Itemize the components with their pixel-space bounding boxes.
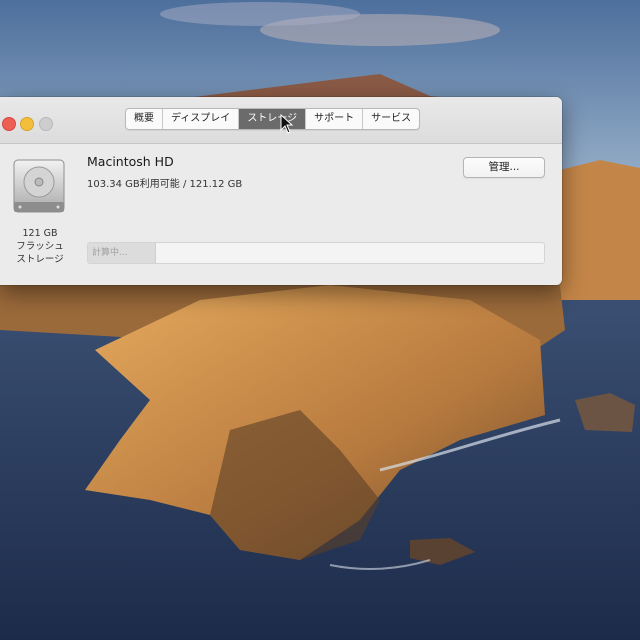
mouse-pointer-icon: [280, 114, 294, 134]
disk-kind-line2: ストレージ: [16, 254, 64, 265]
storage-panel: 121 GB フラッシュ ストレージ Macintosh HD 103.34 G…: [0, 144, 562, 285]
close-window-button[interactable]: [2, 117, 16, 131]
desktop-wallpaper: [0, 0, 640, 640]
tab-bar: 概要 ディスプレイ ストレージ サポート サービス: [125, 108, 421, 130]
hard-drive-icon: [12, 158, 66, 216]
disk-size: 121 GB: [22, 228, 58, 239]
disk-caption: 121 GB フラッシュ ストレージ: [4, 227, 76, 266]
tab-displays[interactable]: ディスプレイ: [163, 109, 240, 129]
disk-name: Macintosh HD: [87, 154, 174, 169]
tab-support[interactable]: サポート: [306, 109, 364, 129]
disk-kind-line1: フラッシュ: [16, 241, 64, 252]
tab-overview[interactable]: 概要: [126, 109, 163, 129]
manage-button[interactable]: 管理...: [463, 157, 545, 178]
tab-service[interactable]: サービス: [363, 109, 419, 129]
minimize-window-button[interactable]: [20, 117, 34, 131]
storage-status-label: 計算中...: [92, 248, 128, 258]
disk-availability: 103.34 GB利用可能 / 121.12 GB: [87, 179, 243, 190]
tab-storage[interactable]: ストレージ: [239, 109, 307, 129]
storage-usage-bar: 計算中...: [87, 242, 545, 264]
zoom-window-button[interactable]: [39, 117, 53, 131]
